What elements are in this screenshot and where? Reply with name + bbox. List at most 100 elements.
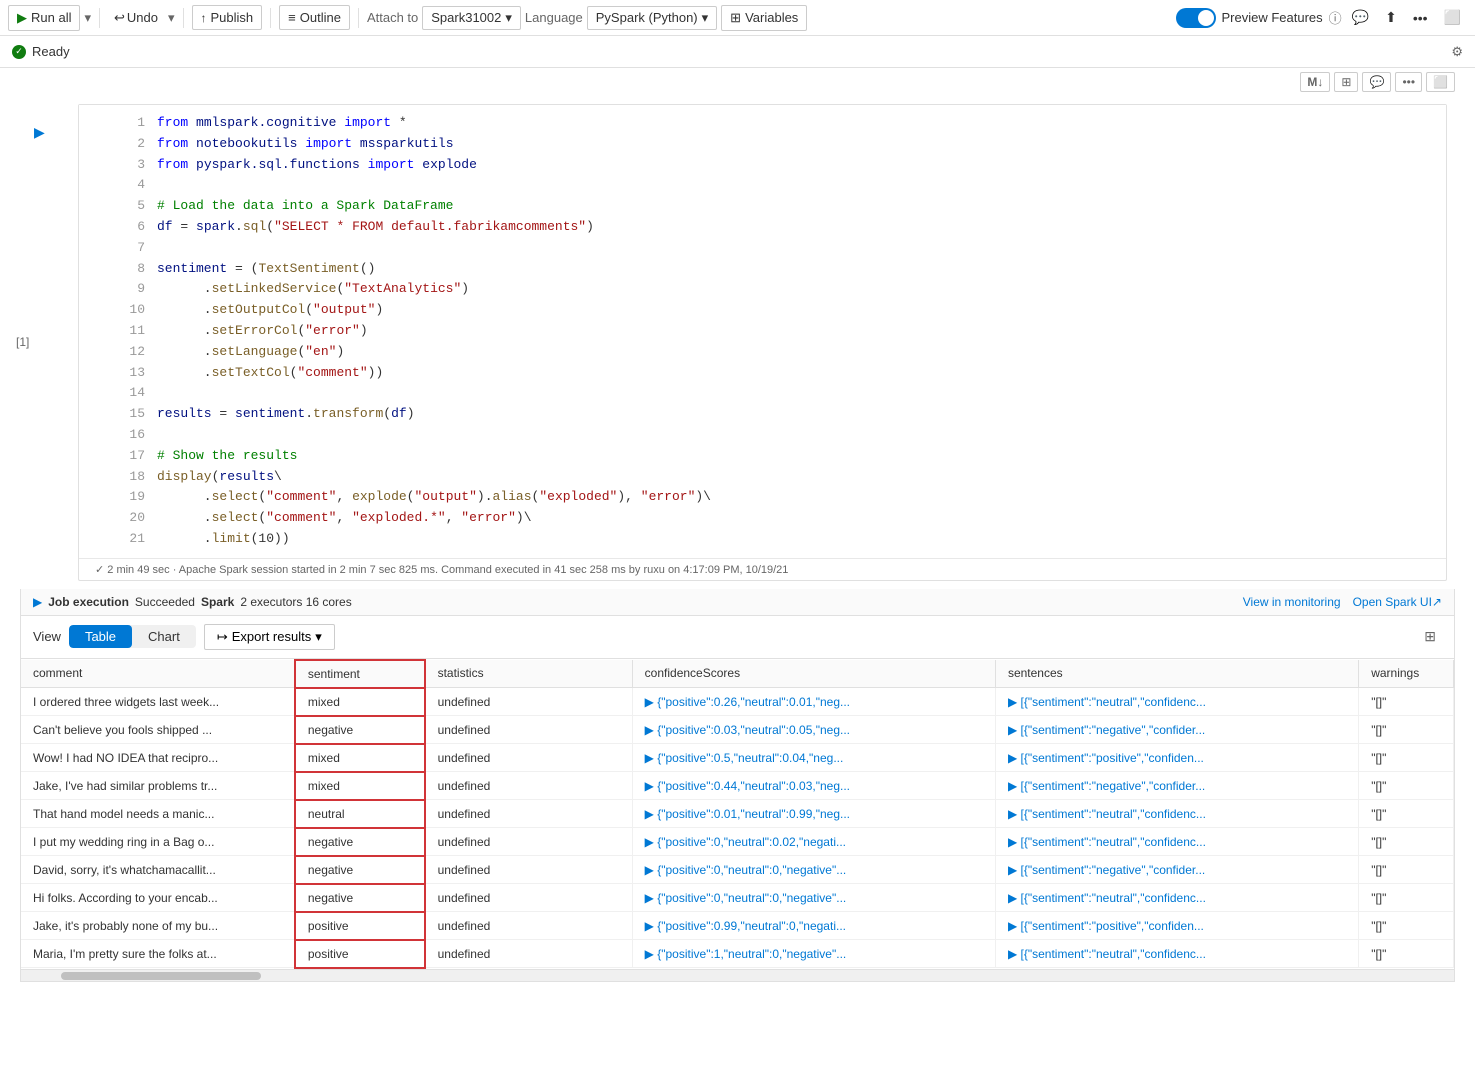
notebook-area: M↓ ⊞ 💬 ••• ⬜ [1] ▶ 1 from mmlspark.cogni… <box>0 68 1475 1076</box>
cell-expand-btn[interactable]: ⬜ <box>1426 72 1455 92</box>
view-monitoring-link[interactable]: View in monitoring <box>1243 595 1341 609</box>
attach-to-select[interactable]: Spark31002 ▾ <box>422 6 521 30</box>
cell-confidence[interactable]: ▶ {"positive":0.99,"neutral":0,"negati..… <box>632 912 995 940</box>
cell-confidence[interactable]: ▶ {"positive":1,"neutral":0,"negative"..… <box>632 940 995 968</box>
cell-sentiment: positive <box>295 912 425 940</box>
table-options-btn[interactable]: ⊞ <box>1418 624 1442 649</box>
cell-more-btn[interactable]: ••• <box>1395 72 1422 92</box>
horizontal-scrollbar[interactable] <box>21 969 1454 981</box>
run-all-button[interactable]: ▶ Run all <box>8 5 80 31</box>
cell-run-btn[interactable]: ▶ <box>34 124 45 141</box>
main-toolbar: ▶ Run all ▾ ↩ Undo ▾ ↑ Publish ≡ Outline… <box>0 0 1475 36</box>
table-row: Jake, it's probably none of my bu...posi… <box>21 912 1454 940</box>
executors-info: 2 executors 16 cores <box>240 595 351 609</box>
cell-sentences[interactable]: ▶ [{"sentiment":"neutral","confidenc... <box>995 940 1358 968</box>
cell-confidence[interactable]: ▶ {"positive":0.5,"neutral":0.04,"neg... <box>632 744 995 772</box>
view-controls: View Table Chart ↦ Export results ▾ ⊞ <box>21 616 1454 659</box>
table-row: That hand model needs a manic...neutralu… <box>21 800 1454 828</box>
comment-cell-btn[interactable]: 💬 <box>1362 72 1391 92</box>
language-label: Language <box>525 10 583 25</box>
publish-button[interactable]: ↑ Publish <box>192 5 263 30</box>
code-line-11: 11 .setErrorCol("error") <box>129 321 1430 342</box>
cell-warnings: "[]" <box>1359 940 1454 968</box>
spark-label: Spark <box>201 595 234 609</box>
status-dot <box>12 45 26 59</box>
table-row: I ordered three widgets last week...mixe… <box>21 688 1454 716</box>
code-cell: 1 from mmlspark.cognitive import * 2 fro… <box>78 104 1447 581</box>
export-results-btn[interactable]: ↦ Export results ▾ <box>204 624 335 650</box>
cell-sentences[interactable]: ▶ [{"sentiment":"positive","confiden... <box>995 912 1358 940</box>
cell-sentences[interactable]: ▶ [{"sentiment":"neutral","confidenc... <box>995 884 1358 912</box>
undo-button[interactable]: ↩ Undo <box>108 6 164 30</box>
export-icon: ↦ <box>217 629 228 645</box>
run-dropdown-arrow[interactable]: ▾ <box>84 10 91 26</box>
cell-sentences[interactable]: ▶ [{"sentiment":"neutral","confidenc... <box>995 800 1358 828</box>
col-header-sentences: sentences <box>995 660 1358 688</box>
cell-statistics: undefined <box>425 744 633 772</box>
chart-tab-btn[interactable]: Chart <box>132 625 196 648</box>
cell-sentiment: neutral <box>295 800 425 828</box>
outline-icon: ≡ <box>288 10 296 25</box>
share-icon-btn[interactable]: ⬆ <box>1379 5 1403 30</box>
undo-dropdown-arrow[interactable]: ▾ <box>168 10 175 26</box>
cell-sentiment: mixed <box>295 744 425 772</box>
code-line-12: 12 .setLanguage("en") <box>129 342 1430 363</box>
separator-2 <box>183 8 184 28</box>
cell-sentiment: negative <box>295 716 425 744</box>
code-line-3: 3 from pyspark.sql.functions import expl… <box>129 155 1430 176</box>
table-row: Hi folks. According to your encab...nega… <box>21 884 1454 912</box>
cell-confidence[interactable]: ▶ {"positive":0,"neutral":0,"negative"..… <box>632 884 995 912</box>
fullscreen-btn[interactable]: ⬜ <box>1438 5 1467 30</box>
cell-comment: I put my wedding ring in a Bag o... <box>21 828 295 856</box>
job-execution-label: Job execution <box>48 595 129 609</box>
cell-confidence[interactable]: ▶ {"positive":0,"neutral":0,"negative"..… <box>632 856 995 884</box>
cell-sentences[interactable]: ▶ [{"sentiment":"negative","confider... <box>995 856 1358 884</box>
scroll-thumb <box>61 972 261 980</box>
cell-confidence[interactable]: ▶ {"positive":0.44,"neutral":0.03,"neg..… <box>632 772 995 800</box>
status-settings-icon[interactable]: ⚙ <box>1451 44 1463 60</box>
variables-icon: ⊞ <box>730 10 741 26</box>
outline-label: Outline <box>300 10 341 25</box>
status-bar: Ready ⚙ <box>0 36 1475 68</box>
cell-sentences[interactable]: ▶ [{"sentiment":"negative","confider... <box>995 772 1358 800</box>
language-select[interactable]: PySpark (Python) ▾ <box>587 6 717 30</box>
view-controls-right: ⊞ <box>1418 624 1442 649</box>
cell-confidence[interactable]: ▶ {"positive":0,"neutral":0.02,"negati..… <box>632 828 995 856</box>
code-line-1: 1 from mmlspark.cognitive import * <box>129 113 1430 134</box>
variables-button[interactable]: ⊞ Variables <box>721 5 807 31</box>
code-line-21: 21 .limit(10)) <box>129 529 1430 550</box>
expand-job-icon[interactable]: ▶ <box>33 595 42 609</box>
open-spark-ui-link[interactable]: Open Spark UI↗ <box>1353 595 1442 609</box>
toggle-knob <box>1198 10 1214 26</box>
preview-features-toggle[interactable] <box>1176 8 1216 28</box>
cell-warnings: "[]" <box>1359 688 1454 716</box>
markdown-btn[interactable]: M↓ <box>1300 72 1330 92</box>
table-container[interactable]: comment sentiment statistics confidenceS… <box>21 659 1454 969</box>
code-line-16: 16 <box>129 425 1430 446</box>
cell-confidence[interactable]: ▶ {"positive":0.26,"neutral":0.01,"neg..… <box>632 688 995 716</box>
cell-sentences[interactable]: ▶ [{"sentiment":"positive","confiden... <box>995 744 1358 772</box>
cell-confidence[interactable]: ▶ {"positive":0.03,"neutral":0.05,"neg..… <box>632 716 995 744</box>
outline-button[interactable]: ≡ Outline <box>279 5 350 30</box>
more-options-btn[interactable]: ••• <box>1407 6 1434 30</box>
table-row: Wow! I had NO IDEA that recipro...mixedu… <box>21 744 1454 772</box>
code-editor[interactable]: 1 from mmlspark.cognitive import * 2 fro… <box>79 105 1446 558</box>
cell-sentences[interactable]: ▶ [{"sentiment":"negative","confider... <box>995 716 1358 744</box>
cell-sentences[interactable]: ▶ [{"sentiment":"neutral","confidenc... <box>995 688 1358 716</box>
cell-sentiment: negative <box>295 828 425 856</box>
cell-warnings: "[]" <box>1359 744 1454 772</box>
comment-icon-btn[interactable]: 💬 <box>1346 5 1375 30</box>
table-tab-btn[interactable]: Table <box>69 625 132 648</box>
publish-label: Publish <box>211 10 254 25</box>
preview-features-info-icon[interactable]: ⓘ <box>1329 8 1342 27</box>
code-line-15: 15 results = sentiment.transform(df) <box>129 404 1430 425</box>
table-row: David, sorry, it's whatchamacallit...neg… <box>21 856 1454 884</box>
code-line-8: 8 sentiment = (TextSentiment() <box>129 259 1430 280</box>
cell-confidence[interactable]: ▶ {"positive":0.01,"neutral":0.99,"neg..… <box>632 800 995 828</box>
language-value: PySpark (Python) <box>596 10 698 25</box>
cell-sentences[interactable]: ▶ [{"sentiment":"neutral","confidenc... <box>995 828 1358 856</box>
focus-btn[interactable]: ⊞ <box>1334 72 1358 92</box>
cell-statistics: undefined <box>425 688 633 716</box>
variables-label: Variables <box>745 10 798 25</box>
code-line-20: 20 .select("comment", "exploded.*", "err… <box>129 508 1430 529</box>
